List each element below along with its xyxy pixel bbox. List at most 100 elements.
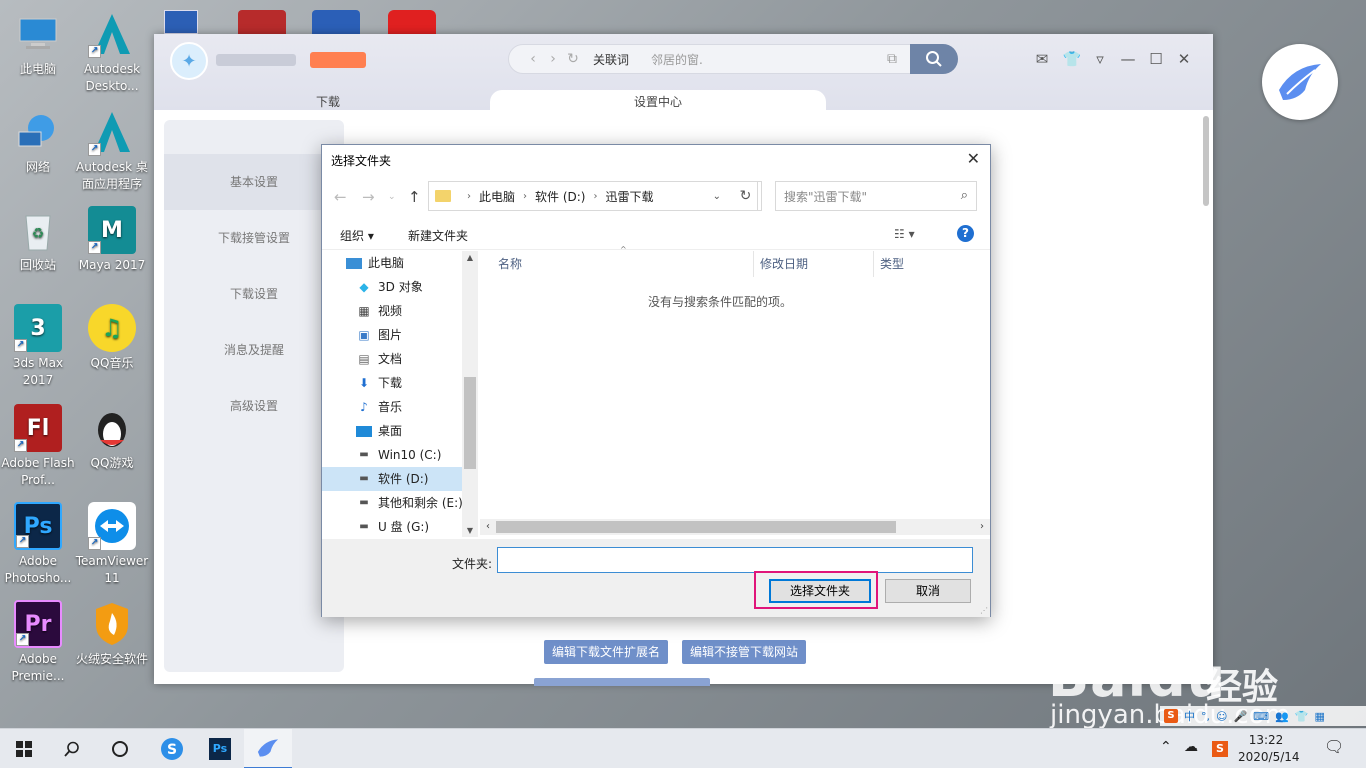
folder-name-input[interactable] [497, 547, 973, 573]
start-button[interactable] [0, 729, 48, 768]
people-icon[interactable]: 👥 [1275, 710, 1289, 723]
new-folder-button[interactable]: 新建文件夹 [408, 227, 468, 244]
back-arrow-icon[interactable]: ← [334, 188, 347, 206]
sogou-icon[interactable]: S [1164, 709, 1178, 723]
tree-item-drive-c[interactable]: ▬ Win10 (C:) [322, 443, 478, 467]
tree-item-drive-g[interactable]: ▬ U 盘 (G:) [322, 515, 478, 537]
taskbar-sogou-browser[interactable]: S [148, 729, 196, 768]
scroll-left-icon[interactable]: ‹ [480, 519, 496, 535]
column-modified-date[interactable]: 修改日期 [760, 251, 808, 277]
breadcrumb-this-pc[interactable]: 此电脑 [479, 188, 515, 205]
taskbar-thunder[interactable] [244, 729, 292, 768]
desktop-icon-premiere[interactable]: Pr ↗ Adobe Premie... [0, 600, 76, 685]
tree-item-documents[interactable]: ▤ 文档 [322, 347, 478, 371]
horizontal-scroll-thumb[interactable] [496, 521, 896, 533]
edit-extensions-button[interactable]: 编辑下载文件扩展名 [544, 640, 669, 664]
address-bar[interactable]: › 此电脑 › 软件 (D:) › 迅雷下载 ⌄ [428, 181, 758, 211]
tree-item-this-pc[interactable]: 此电脑 [322, 251, 478, 275]
desktop-icon-autodesk-desktop[interactable]: ↗ Autodesk Deskto... [74, 10, 150, 95]
tree-item-desktop[interactable]: 桌面 [322, 419, 478, 443]
maximize-button[interactable]: ☐ [1146, 50, 1166, 68]
desktop-icon-teamviewer[interactable]: ↗ TeamViewer 11 [74, 502, 150, 587]
search-button[interactable] [910, 44, 958, 74]
breadcrumb-drive-d[interactable]: 软件 (D:) [535, 188, 585, 205]
close-button[interactable]: ✕ [1174, 50, 1194, 68]
desktop-icon-qqmusic[interactable]: ♫ QQ音乐 [74, 304, 150, 372]
emoji-icon[interactable]: ☺ [1216, 710, 1227, 723]
desktop-icon-recycle-bin[interactable]: ♻ 回收站 [0, 206, 76, 274]
tree-item-drive-d[interactable]: ▬ 软件 (D:) [322, 467, 478, 491]
clipboard-icon[interactable]: ⧉ [887, 51, 897, 67]
desktop-icon-autodesk-app[interactable]: ↗ Autodesk 桌面应用程序 [74, 108, 150, 193]
back-arrow-icon[interactable]: ‹ [523, 51, 543, 67]
up-arrow-icon[interactable]: ↑ [408, 188, 421, 206]
sidebar-item-takeover[interactable]: 下载接管设置 [164, 210, 344, 266]
microphone-icon[interactable]: 🎤 [1233, 710, 1247, 723]
view-options-icon[interactable]: ☷ ▾ [894, 227, 915, 241]
task-view-button[interactable] [96, 729, 144, 768]
desktop-icon-qqgame[interactable]: QQ游戏 [74, 404, 150, 472]
desktop-icon-photoshop[interactable]: Ps ↗ Adobe Photosho... [0, 502, 76, 587]
desktop-icon-huorong[interactable]: 火绒安全软件 [74, 600, 150, 668]
horizontal-scrollbar[interactable]: ‹ › [480, 519, 990, 535]
forward-arrow-icon[interactable]: → [362, 188, 375, 206]
partial-button[interactable] [534, 678, 710, 686]
tree-item-music[interactable]: ♪ 音乐 [322, 395, 478, 419]
desktop-icon-3dsmax[interactable]: 3 ↗ 3ds Max 2017 [0, 304, 76, 389]
dialog-close-icon[interactable]: ✕ [967, 149, 980, 168]
tab-settings-center[interactable]: 设置中心 [490, 90, 826, 110]
desktop-icon-network[interactable]: 网络 [0, 108, 76, 176]
dialog-search-input[interactable]: 搜索"迅雷下载" ⌕ [775, 181, 977, 211]
tree-scrollbar[interactable]: ▲ ▼ [462, 251, 478, 537]
menu-icon[interactable]: ▿ [1090, 50, 1110, 68]
recent-dropdown-icon[interactable]: ⌄ [388, 192, 396, 202]
sogou-ime-icon[interactable]: S [1212, 741, 1228, 757]
tree-item-drive-e[interactable]: ▬ 其他和剩余 (E:) [322, 491, 478, 515]
access-icon[interactable] [238, 10, 286, 34]
show-hidden-icons-icon[interactable]: ⌃ [1160, 739, 1172, 755]
clock[interactable]: 13:22 2020/5/14 [1238, 732, 1300, 766]
tree-item-downloads[interactable]: ⬇ 下载 [322, 371, 478, 395]
grid-icon[interactable]: ▦ [1314, 710, 1324, 723]
forward-arrow-icon[interactable]: › [543, 51, 563, 67]
scroll-right-icon[interactable]: › [974, 519, 990, 535]
search-keyword[interactable]: 关联词 [593, 51, 629, 68]
column-type[interactable]: 类型 [880, 251, 904, 277]
skin-icon[interactable]: 👕 [1295, 710, 1309, 723]
onedrive-icon[interactable]: ☁ [1184, 739, 1198, 755]
search-input[interactable]: 邻居的窗. [651, 51, 703, 68]
resize-grip-icon[interactable]: ⋰ [980, 606, 988, 615]
refresh-button[interactable]: ↻ [730, 181, 762, 211]
search-button[interactable] [48, 729, 96, 768]
refresh-icon[interactable]: ↻ [563, 51, 583, 67]
sidebar-item-basic[interactable]: 基本设置 [164, 154, 344, 210]
tab-download[interactable]: 下载 [316, 90, 416, 110]
word-icon[interactable] [312, 10, 360, 34]
user-avatar[interactable]: ✦ [170, 42, 208, 80]
breadcrumb-xunlei[interactable]: 迅雷下载 [605, 188, 653, 205]
organize-button[interactable]: 组织 ▾ [340, 227, 374, 244]
tree-item-videos[interactable]: ▦ 视频 [322, 299, 478, 323]
sidebar-item-advanced[interactable]: 高级设置 [164, 378, 344, 434]
edit-excluded-sites-button[interactable]: 编辑不接管下载网站 [682, 640, 807, 664]
punctuation-icon[interactable]: °, [1201, 710, 1210, 723]
chevron-down-icon[interactable]: ⌄ [713, 191, 721, 202]
sidebar-item-download[interactable]: 下载设置 [164, 266, 344, 322]
desktop-icon-this-pc[interactable]: 此电脑 [0, 10, 76, 78]
mail-icon[interactable]: ✉ [1032, 50, 1052, 68]
taskbar-photoshop[interactable]: Ps [196, 729, 244, 768]
desktop-icon-maya[interactable]: M ↗ Maya 2017 [74, 206, 150, 274]
desktop-icon-flash[interactable]: Fl ↗ Adobe Flash Prof... [0, 404, 76, 489]
column-name[interactable]: 名称 [498, 251, 522, 277]
notification-icon[interactable]: 🗨 [1324, 737, 1344, 756]
tree-item-3d-objects[interactable]: ◆ 3D 对象 [322, 275, 478, 299]
cancel-button[interactable]: 取消 [885, 579, 971, 603]
netease-music-icon[interactable] [388, 10, 436, 34]
keyboard-icon[interactable]: ⌨ [1253, 710, 1269, 723]
help-icon[interactable]: ? [957, 225, 974, 242]
ime-mode-chinese[interactable]: 中 [1184, 708, 1195, 724]
tree-item-pictures[interactable]: ▣ 图片 [322, 323, 478, 347]
partial-desktop-icon[interactable] [164, 10, 198, 34]
scroll-down-icon[interactable]: ▼ [462, 526, 478, 535]
scroll-up-icon[interactable]: ▲ [462, 253, 478, 262]
